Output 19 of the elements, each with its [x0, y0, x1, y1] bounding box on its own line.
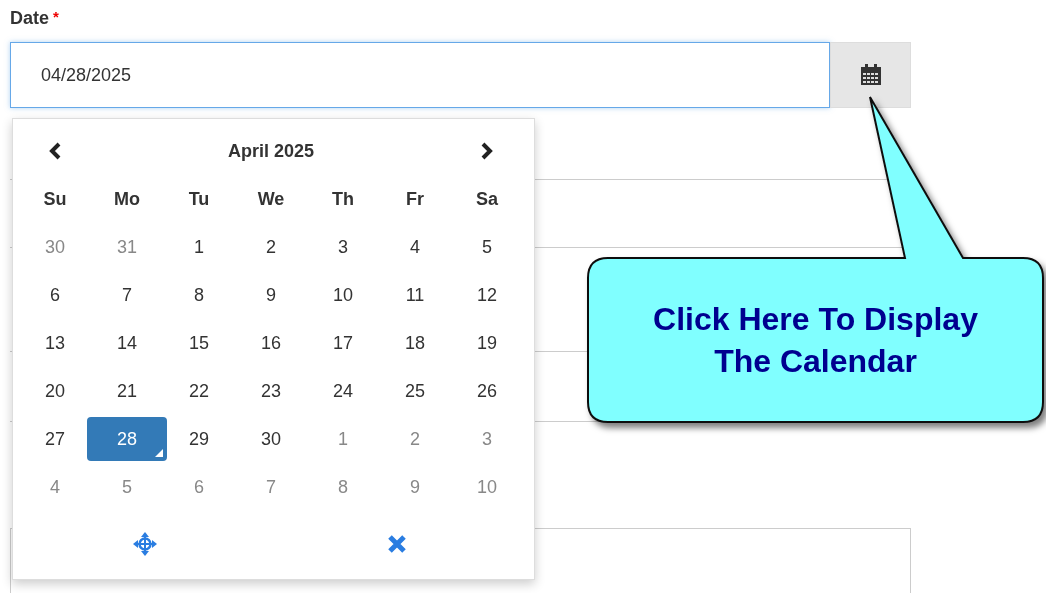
chevron-right-icon	[480, 142, 494, 160]
weekday-header: Su	[42, 187, 68, 211]
weekday-header: Th	[331, 187, 355, 211]
calendar-icon	[859, 64, 882, 86]
chevron-left-icon	[48, 142, 62, 160]
callout-text: Click Here To Display The Calendar	[652, 300, 979, 381]
calendar-button[interactable]	[830, 42, 911, 108]
month-title[interactable]: April 2025	[91, 127, 451, 175]
weekday-header: Fr	[405, 187, 425, 211]
field-label: Date	[10, 8, 49, 29]
close-icon	[387, 534, 407, 554]
calendar-day[interactable]: 28	[87, 417, 167, 461]
weekday-header: Mo	[113, 187, 141, 211]
required-mark: *	[53, 8, 59, 25]
weekday-header: Sa	[475, 187, 499, 211]
date-field[interactable]: 04/28/2025	[10, 42, 830, 108]
weekday-header: Tu	[187, 187, 211, 211]
crosshair-icon	[132, 531, 158, 557]
weekday-header: We	[256, 187, 286, 211]
